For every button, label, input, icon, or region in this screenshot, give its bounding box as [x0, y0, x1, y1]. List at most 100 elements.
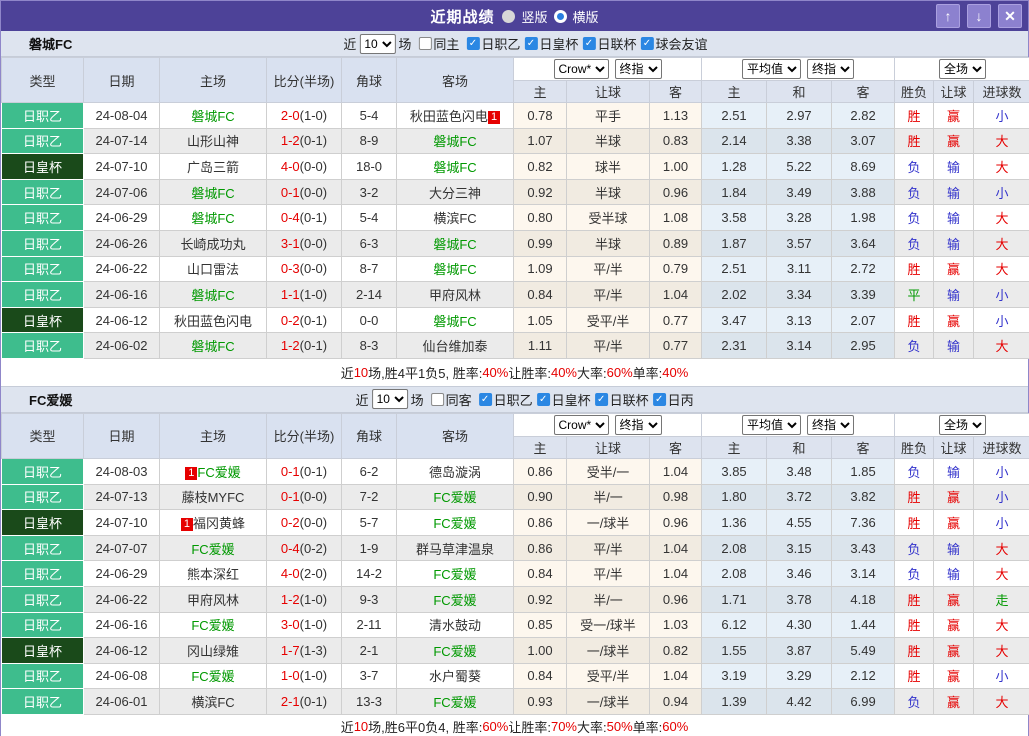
horizontal-layout-label[interactable]: 横版 [573, 7, 599, 26]
summary-segment: 60% [662, 719, 688, 734]
odds-away-cell: 0.96 [650, 510, 702, 536]
summary-segment: 60% [482, 719, 508, 734]
avg-source-select[interactable]: 平均值 [742, 415, 801, 435]
match-type-cell: 日职乙 [2, 333, 84, 359]
away-team-name: 甲府风林 [429, 288, 481, 303]
odds-final-select[interactable]: 终指 [615, 415, 662, 435]
home-team-cell: 秋田蓝色闪电 [160, 307, 267, 333]
close-button[interactable]: ✕ [998, 4, 1022, 28]
avg-final-select[interactable]: 终指 [807, 415, 854, 435]
result-value: 胜 [908, 314, 921, 329]
league-checkbox[interactable] [466, 37, 479, 50]
halftime-score: (1-0) [300, 592, 327, 607]
vertical-layout-radio[interactable] [502, 10, 515, 23]
away-team-name: 水户蜀葵 [429, 669, 481, 684]
filter-row: 磐城FC 近 10 场 同主 日职乙日皇杯日联杯球会友谊 [1, 31, 1028, 57]
fullmatch-select[interactable]: 全场 [939, 415, 986, 435]
avg-away-cell: 1.44 [832, 612, 895, 638]
avg-draw-cell: 3.14 [767, 333, 832, 359]
league-checkbox[interactable] [479, 393, 492, 406]
odds-final-select[interactable]: 终指 [615, 59, 662, 79]
score-cell: 0-1(0-0) [267, 484, 342, 510]
odds-source-select[interactable]: Crow* [554, 59, 609, 79]
match-row: 日职乙24-07-13藤枝MYFC0-1(0-0)7-2FC爱媛0.90半/一0… [2, 484, 1029, 510]
home-team-name: 藤枝MYFC [182, 490, 245, 505]
league-filter-日皇杯[interactable]: 日皇杯 [524, 34, 578, 53]
league-checkbox[interactable] [653, 393, 666, 406]
move-up-button[interactable]: ↑ [936, 4, 960, 28]
result-goals-cell: 大 [974, 612, 1029, 638]
vertical-layout-label[interactable]: 竖版 [521, 7, 547, 26]
league-checkbox[interactable] [595, 393, 608, 406]
away-team-name: FC爱媛 [433, 593, 476, 608]
competition-badge: 日职乙 [2, 231, 83, 256]
corners-cell: 3-2 [342, 179, 397, 205]
result-handicap-cell: 赢 [934, 510, 974, 536]
league-filter-日联杯[interactable]: 日联杯 [582, 34, 636, 53]
odds-away-cell: 0.96 [650, 586, 702, 612]
league-checkbox[interactable] [524, 37, 537, 50]
same-venue-checkbox[interactable] [418, 37, 431, 50]
league-filter-日职乙[interactable]: 日职乙 [466, 34, 520, 53]
filter-row: FC爱媛 近 10 场 同客 日职乙日皇杯日联杯日丙 [1, 387, 1028, 413]
match-row: 日职乙24-06-02磐城FC1-2(0-1)8-3仙台维加泰1.11平/半0.… [2, 333, 1029, 359]
corners-cell: 8-7 [342, 256, 397, 282]
odds-selector-cell: Crow* 终指 [514, 58, 702, 81]
odds-away-cell: 0.77 [650, 333, 702, 359]
match-type-cell: 日皇杯 [2, 638, 84, 664]
league-filter-日联杯[interactable]: 日联杯 [595, 390, 649, 409]
same-venue-filter[interactable]: 同主 [418, 34, 459, 53]
league-filter-球会友谊[interactable]: 球会友谊 [640, 34, 707, 53]
match-type-cell: 日职乙 [2, 103, 84, 129]
home-team-name: 长崎成功丸 [180, 237, 245, 252]
same-venue-filter[interactable]: 同客 [431, 390, 472, 409]
home-team-name: FC爱媛 [197, 465, 240, 480]
home-team-name: 磐城FC [191, 109, 234, 124]
avg-home-cell: 2.02 [702, 282, 767, 308]
home-team-cell: 藤枝MYFC [160, 484, 267, 510]
match-type-cell: 日职乙 [2, 535, 84, 561]
odds-source-select[interactable]: Crow* [554, 415, 609, 435]
fullmatch-select[interactable]: 全场 [939, 59, 986, 79]
odds-home-cell: 0.92 [514, 179, 567, 205]
league-filter-日职乙[interactable]: 日职乙 [479, 390, 533, 409]
result-value: 大 [996, 618, 1009, 633]
competition-badge: 日职乙 [2, 664, 83, 689]
result-value: 小 [996, 314, 1009, 329]
result-handicap-cell: 赢 [934, 638, 974, 664]
league-filter-日皇杯[interactable]: 日皇杯 [537, 390, 591, 409]
odds-away-cell: 0.79 [650, 256, 702, 282]
league-label: 球会友谊 [655, 34, 707, 53]
corners-cell: 6-3 [342, 230, 397, 256]
avg-home-cell: 1.39 [702, 689, 767, 715]
league-checkbox[interactable] [537, 393, 550, 406]
same-venue-checkbox[interactable] [431, 393, 444, 406]
match-row: 日职乙24-06-26长崎成功丸3-1(0-0)6-3磐城FC0.99半球0.8… [2, 230, 1029, 256]
competition-badge: 日职乙 [2, 103, 83, 128]
avg-away-cell: 3.64 [832, 230, 895, 256]
result-goals-cell: 大 [974, 689, 1029, 715]
away-team-cell: 磐城FC [397, 256, 514, 282]
odds-away-cell: 1.03 [650, 612, 702, 638]
league-checkbox[interactable] [582, 37, 595, 50]
avg-away-cell: 6.99 [832, 689, 895, 715]
col-subheader-result-winlose: 胜负 [895, 81, 934, 103]
odds-away-cell: 0.83 [650, 128, 702, 154]
match-row: 日职乙24-06-08FC爱媛1-0(1-0)3-7水户蜀葵0.84受平/半1.… [2, 663, 1029, 689]
score-cell: 0-2(0-0) [267, 510, 342, 536]
avg-final-select[interactable]: 终指 [807, 59, 854, 79]
result-handicap-cell: 输 [934, 282, 974, 308]
result-value: 大 [996, 567, 1009, 582]
col-subheader-odds-handicap: 让球 [567, 81, 650, 103]
match-count-select[interactable]: 10 [359, 34, 395, 54]
corners-cell: 1-9 [342, 535, 397, 561]
league-checkbox[interactable] [640, 37, 653, 50]
avg-source-select[interactable]: 平均值 [742, 59, 801, 79]
fulltime-score: 0-4 [281, 210, 300, 225]
horizontal-layout-radio[interactable] [554, 10, 567, 23]
move-down-button[interactable]: ↓ [967, 4, 991, 28]
result-value: 负 [908, 567, 921, 582]
home-team-cell: FC爱媛 [160, 663, 267, 689]
league-filter-日丙[interactable]: 日丙 [653, 390, 694, 409]
match-count-select[interactable]: 10 [372, 389, 408, 409]
